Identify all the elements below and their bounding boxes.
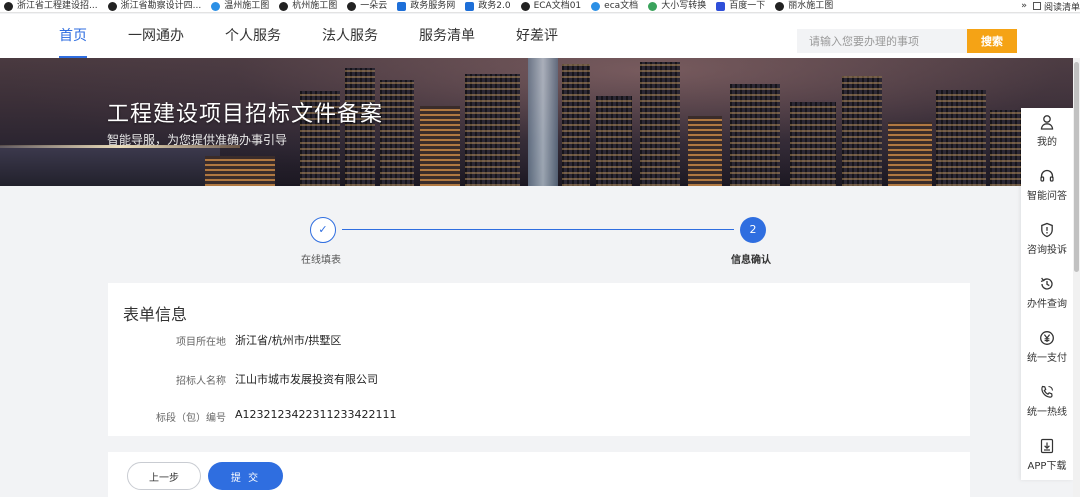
step-label-confirm: 信息确认 bbox=[731, 255, 771, 266]
arrow-icon bbox=[211, 1, 221, 11]
globe-icon bbox=[4, 1, 13, 11]
bookmark-item[interactable]: 杭州施工图 bbox=[275, 0, 343, 12]
nav-review[interactable]: 好差评 bbox=[516, 14, 558, 58]
yen-icon bbox=[1040, 331, 1054, 345]
step-connector bbox=[342, 229, 734, 230]
search-button[interactable]: 搜索 bbox=[967, 29, 1017, 53]
side-item-app-download[interactable]: APP下载 bbox=[1021, 438, 1073, 472]
side-toolbar: 我的 智能问答 咨询投诉 办件查询 统一支付 统一热线 APP下载 bbox=[1021, 108, 1073, 480]
nav-legal-person-service[interactable]: 法人服务 bbox=[322, 14, 378, 58]
submit-button[interactable]: 提 交 bbox=[208, 462, 283, 490]
bookmark-item[interactable]: 温州施工图 bbox=[207, 0, 275, 12]
history-icon bbox=[1040, 277, 1053, 290]
download-icon bbox=[1040, 438, 1054, 454]
side-item-payment[interactable]: 统一支付 bbox=[1021, 330, 1073, 364]
bookmark-item[interactable]: 浙江省勘察设计四... bbox=[104, 0, 208, 12]
side-item-my[interactable]: 我的 bbox=[1021, 114, 1073, 148]
field-label-section-number: 标段（包）编号 bbox=[156, 413, 226, 424]
side-item-hotline[interactable]: 统一热线 bbox=[1021, 384, 1073, 418]
bookmark-item[interactable]: 一朵云 bbox=[343, 0, 393, 12]
bookmark-item[interactable]: ECA文档01 bbox=[517, 0, 588, 12]
prev-step-button[interactable]: 上一步 bbox=[127, 462, 201, 490]
nav-personal-service[interactable]: 个人服务 bbox=[225, 14, 281, 58]
app-icon bbox=[397, 1, 407, 11]
bookmark-item[interactable]: 浙江省工程建设招... bbox=[0, 0, 104, 12]
baidu-icon bbox=[716, 1, 726, 11]
check-icon: ✓ bbox=[318, 223, 328, 236]
bookmark-item[interactable]: 政务服务网 bbox=[393, 0, 461, 12]
bookmarks-bar: 浙江省工程建设招... 浙江省勘察设计四... 温州施工图 杭州施工图 一朵云 … bbox=[0, 0, 1080, 13]
field-label-tenderer: 招标人名称 bbox=[176, 376, 226, 387]
globe-icon bbox=[107, 1, 117, 11]
bookmark-item[interactable]: 丽水施工图 bbox=[771, 0, 839, 12]
side-item-case-query[interactable]: 办件查询 bbox=[1021, 276, 1073, 310]
scrollbar-thumb[interactable] bbox=[1074, 62, 1079, 272]
headset-icon bbox=[1040, 169, 1054, 182]
app-icon bbox=[465, 1, 475, 11]
reading-list-button[interactable]: 阅读清单 bbox=[1030, 0, 1080, 12]
bookmark-item[interactable]: 政务2.0 bbox=[461, 0, 516, 12]
side-item-smart-qa[interactable]: 智能问答 bbox=[1021, 168, 1073, 202]
bookmarks-overflow-button[interactable]: » bbox=[1018, 1, 1030, 11]
nav-service-list[interactable]: 服务清单 bbox=[419, 14, 475, 58]
globe-icon bbox=[520, 1, 530, 11]
globe-icon bbox=[775, 1, 785, 11]
search-input[interactable] bbox=[797, 29, 967, 53]
top-nav: 首页 一网通办 个人服务 法人服务 服务清单 好差评 搜索 bbox=[0, 14, 1080, 58]
bookmark-item[interactable]: 百度一下 bbox=[712, 0, 771, 12]
bookmark-item[interactable]: eca文档 bbox=[587, 0, 644, 12]
step-done-marker: ✓ bbox=[310, 217, 336, 243]
form-title: 表单信息 bbox=[123, 305, 188, 324]
page-subtitle: 智能导服，为您提供准确办事引导 bbox=[107, 133, 288, 147]
nav-one-stop[interactable]: 一网通办 bbox=[128, 14, 184, 58]
globe-icon bbox=[279, 1, 289, 11]
field-label-location: 项目所在地 bbox=[176, 337, 226, 348]
action-bar: 上一步 提 交 bbox=[108, 452, 970, 497]
step-label-fill-form: 在线填表 bbox=[301, 255, 341, 266]
shield-alert-icon bbox=[1041, 222, 1053, 238]
page-scrollbar[interactable] bbox=[1073, 58, 1080, 497]
leaf-icon bbox=[648, 1, 658, 11]
field-value-location: 浙江省/杭州市/拱墅区 bbox=[235, 334, 342, 347]
app-icon bbox=[591, 1, 601, 11]
user-icon bbox=[1040, 115, 1054, 130]
reading-list-icon bbox=[1032, 2, 1041, 10]
side-item-complaint[interactable]: 咨询投诉 bbox=[1021, 222, 1073, 256]
globe-icon bbox=[347, 1, 357, 11]
page-title: 工程建设项目招标文件备案 bbox=[107, 102, 384, 127]
field-value-tenderer: 江山市城市发展投资有限公司 bbox=[235, 373, 378, 386]
phone-icon bbox=[1041, 385, 1054, 398]
banner: 工程建设项目招标文件备案 智能导服，为您提供准确办事引导 bbox=[0, 58, 1080, 186]
nav-home[interactable]: 首页 bbox=[59, 14, 87, 58]
step-active-marker: 2 bbox=[740, 217, 766, 243]
form-info-card: 表单信息 项目所在地 浙江省/杭州市/拱墅区 招标人名称 江山市城市发展投资有限… bbox=[108, 283, 970, 436]
field-value-section-number: A1232123422311233422111 bbox=[235, 408, 397, 421]
bookmark-item[interactable]: 大小写转换 bbox=[644, 0, 712, 12]
